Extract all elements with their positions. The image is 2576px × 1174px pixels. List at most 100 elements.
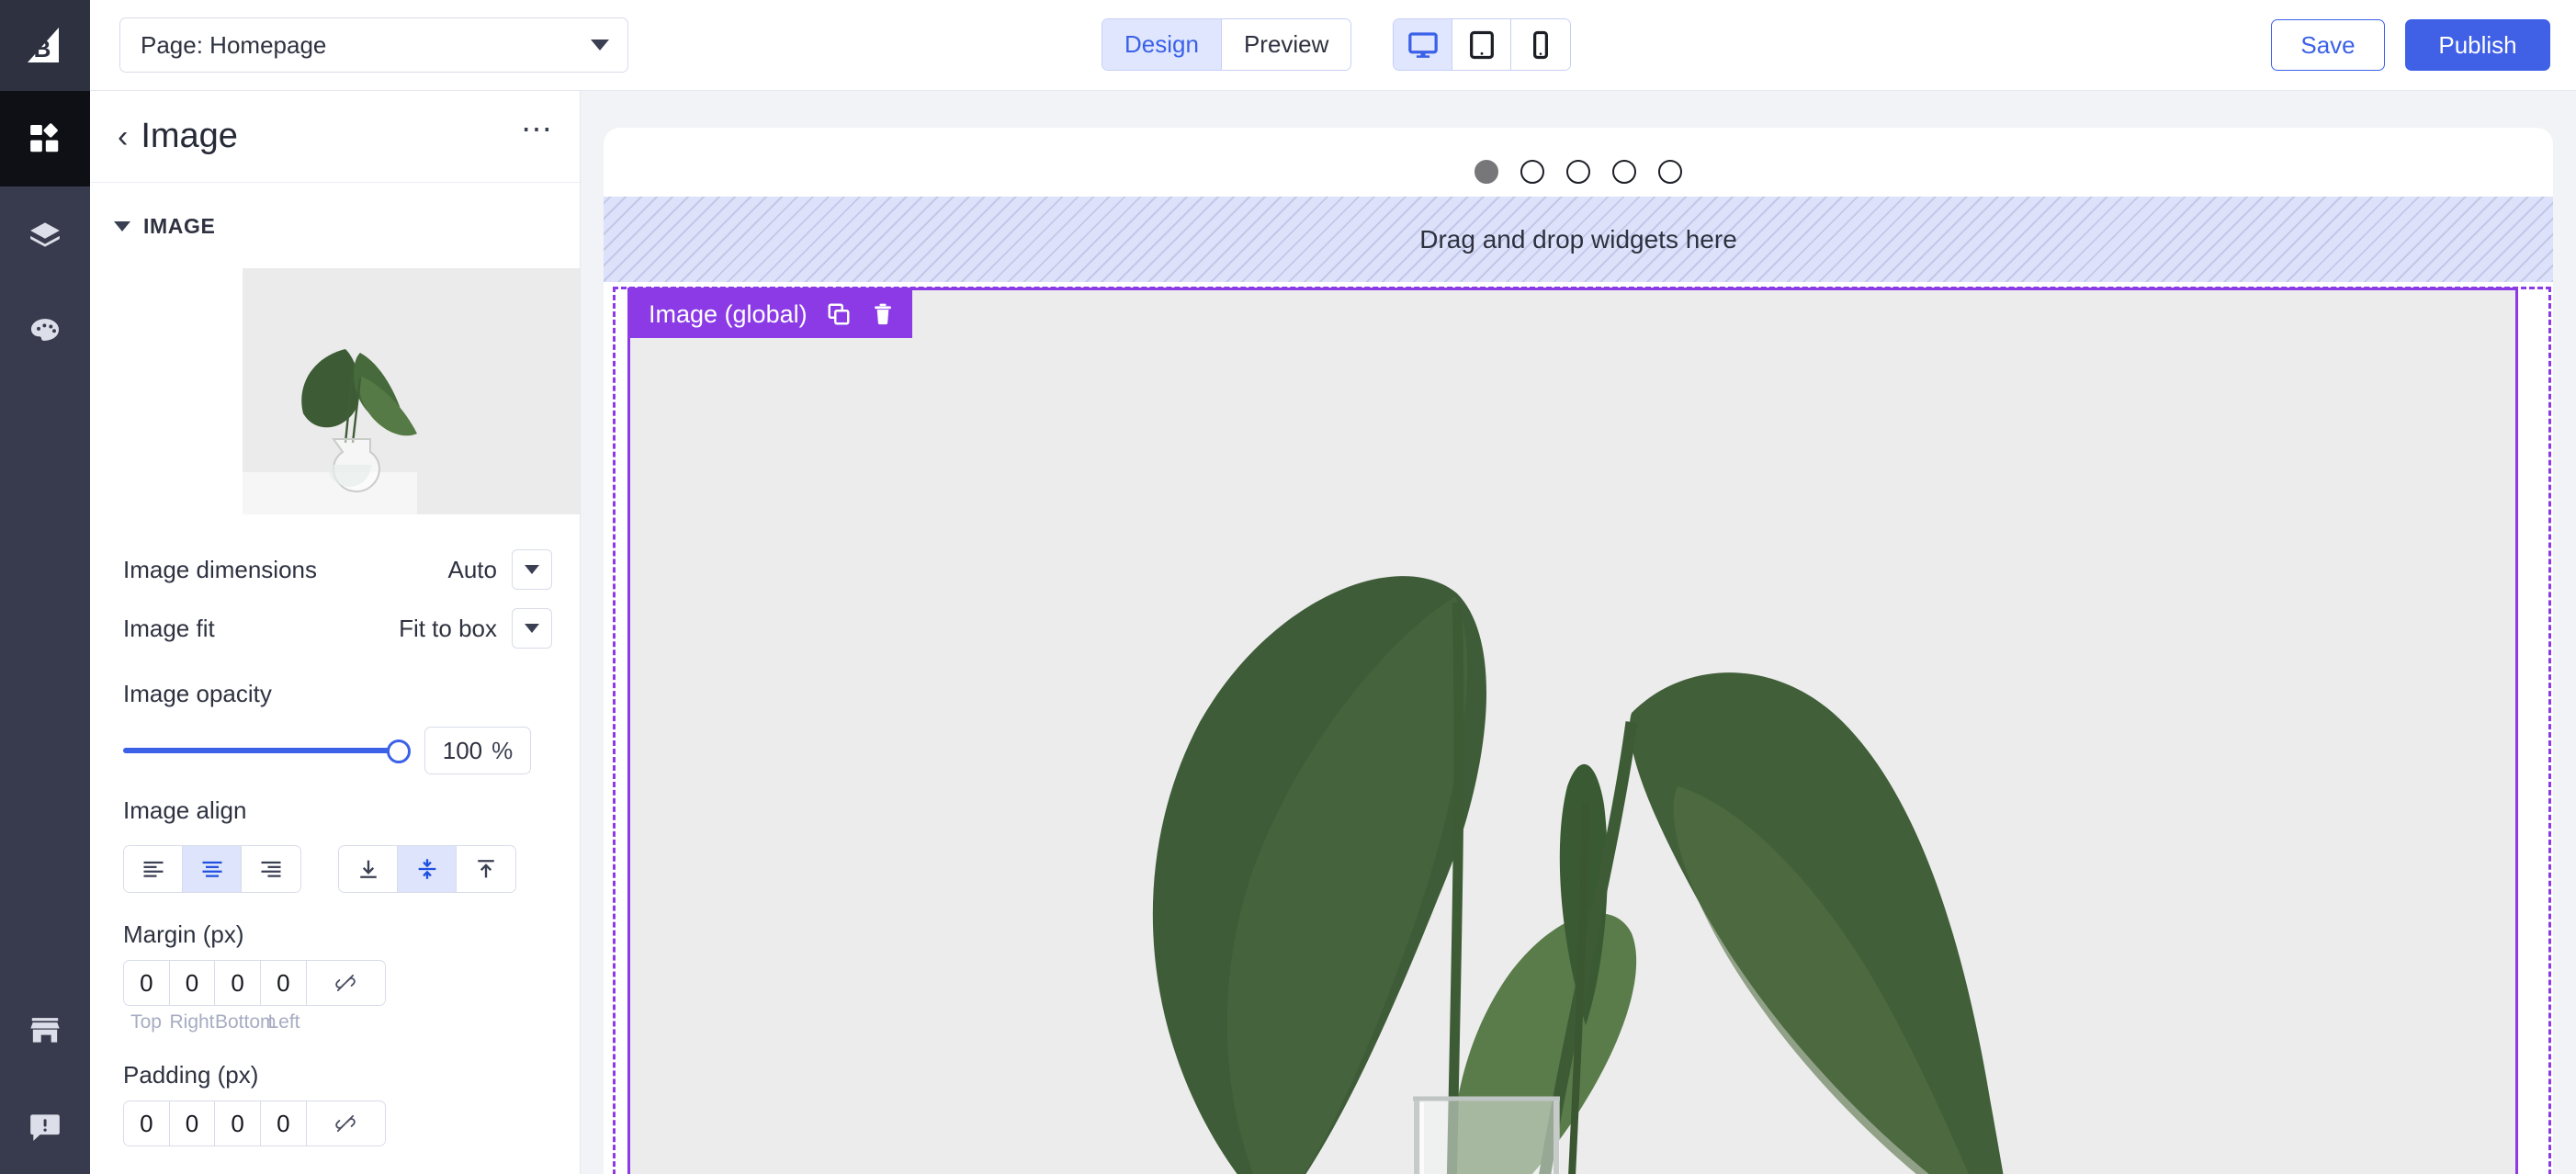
delete-widget-button[interactable] [870,301,896,327]
unlink-icon [333,971,357,995]
layers-icon [28,217,62,252]
tab-preview[interactable]: Preview [1222,19,1350,70]
align-top-button[interactable] [457,846,515,892]
opacity-slider[interactable] [123,737,399,764]
carousel-dot[interactable] [1474,160,1498,184]
image-dimensions-value: Auto [448,556,498,584]
horizontal-align-group [123,845,301,893]
padding-top-input[interactable]: 0 [124,1101,170,1146]
align-left-icon [141,856,166,882]
plant-image-graphic [630,290,2518,1174]
carousel-dot[interactable] [1566,160,1590,184]
image-fit-value: Fit to box [399,615,497,643]
alert-bubble-icon [28,1109,62,1144]
align-right-icon [258,856,284,882]
image-thumbnail[interactable] [243,268,581,514]
margin-side-labels: Top Right Bottom Left [123,1006,386,1033]
image-fit-label: Image fit [123,615,399,643]
widget-badge-label: Image (global) [649,300,808,329]
widget-badge[interactable]: Image (global) [630,290,912,338]
vertical-align-group [338,845,516,893]
padding-right-input[interactable]: 0 [170,1101,216,1146]
image-widget[interactable]: Image (global) [627,288,2518,1174]
rail-item-alerts[interactable] [0,1078,90,1174]
margin-side-bottom: Bottom [215,1011,261,1033]
carousel-dot[interactable] [1658,160,1682,184]
copy-icon [826,301,852,327]
align-middle-icon [414,856,440,882]
left-icon-rail [0,91,90,1174]
align-center-icon [199,856,225,882]
margin-top-input[interactable]: 0 [124,961,170,1005]
save-button[interactable]: Save [2271,19,2385,71]
align-bottom-button[interactable] [339,846,398,892]
publish-button[interactable]: Publish [2405,19,2550,71]
image-opacity-row: 100 % [90,719,580,774]
image-dimensions-dropdown[interactable] [512,549,552,590]
carousel-dot[interactable] [1520,160,1544,184]
device-mobile-button[interactable] [1511,19,1570,70]
image-settings-panel: ‹ Image ⋯ IMAGE Image dimensions Auto [90,91,581,1174]
mode-toggle: Design Preview [1102,18,1351,71]
image-fit-row: Image fit Fit to box [90,599,580,658]
section-header-image[interactable]: IMAGE [90,183,580,259]
padding-label: Padding (px) [90,1033,580,1101]
chevron-down-icon [525,624,539,633]
margin-label: Margin (px) [90,893,580,960]
image-dimensions-row: Image dimensions Auto [90,540,580,599]
rail-item-theme[interactable] [0,282,90,378]
top-toolbar: B Page: Homepage Design Preview [0,0,2576,91]
image-dimensions-label: Image dimensions [123,556,448,584]
dropzone-label: Drag and drop widgets here [1419,225,1737,254]
page-selector[interactable]: Page: Homepage [119,17,628,73]
carousel-dots [604,160,2553,184]
padding-unlink-button[interactable] [307,1101,385,1146]
align-middle-button[interactable] [398,846,457,892]
store-icon [28,1013,62,1048]
margin-left-input[interactable]: 0 [261,961,307,1005]
tab-design[interactable]: Design [1102,19,1222,70]
rail-item-widgets[interactable] [0,91,90,186]
rail-item-store[interactable] [0,983,90,1078]
ellipsis-icon[interactable]: ⋯ [521,122,554,151]
page-title: Image [141,117,521,156]
duplicate-widget-button[interactable] [826,301,852,327]
margin-right-input[interactable]: 0 [170,961,216,1005]
padding-left-input[interactable]: 0 [261,1101,307,1146]
margin-side-left: Left [261,1011,307,1033]
align-left-button[interactable] [124,846,183,892]
chevron-left-icon[interactable]: ‹ [118,121,128,152]
padding-inputs: 0 0 0 0 [123,1101,386,1146]
device-toggle [1393,18,1571,71]
image-fit-dropdown[interactable] [512,608,552,649]
padding-bottom-input[interactable]: 0 [215,1101,261,1146]
widgets-icon [28,121,62,156]
canvas-area: Drag and drop widgets here [581,91,2576,1174]
device-desktop-button[interactable] [1394,19,1452,70]
tab-preview-label: Preview [1244,30,1328,59]
desktop-icon [1407,29,1439,61]
align-center-button[interactable] [183,846,242,892]
image-align-label: Image align [90,774,580,836]
triangle-down-icon [114,221,130,231]
margin-inputs: 0 0 0 0 [123,960,386,1006]
palette-icon [28,312,62,347]
widget-dropzone[interactable]: Drag and drop widgets here [604,197,2553,282]
tablet-icon [1466,29,1497,61]
opacity-input[interactable]: 100 % [424,727,531,774]
device-tablet-button[interactable] [1452,19,1511,70]
slider-knob[interactable] [387,739,411,763]
margin-side-right: Right [169,1011,215,1033]
align-right-button[interactable] [242,846,300,892]
carousel-dot[interactable] [1612,160,1636,184]
margin-bottom-input[interactable]: 0 [215,961,261,1005]
app-logo[interactable]: B [0,0,90,91]
chevron-down-icon [525,565,539,574]
margin-unlink-button[interactable] [307,961,385,1005]
section-label: IMAGE [143,214,215,239]
unlink-icon [333,1112,357,1135]
opacity-unit: % [491,737,513,765]
image-opacity-label: Image opacity [90,658,580,719]
rail-item-layers[interactable] [0,186,90,282]
center-controls: Design Preview [1102,18,1571,71]
